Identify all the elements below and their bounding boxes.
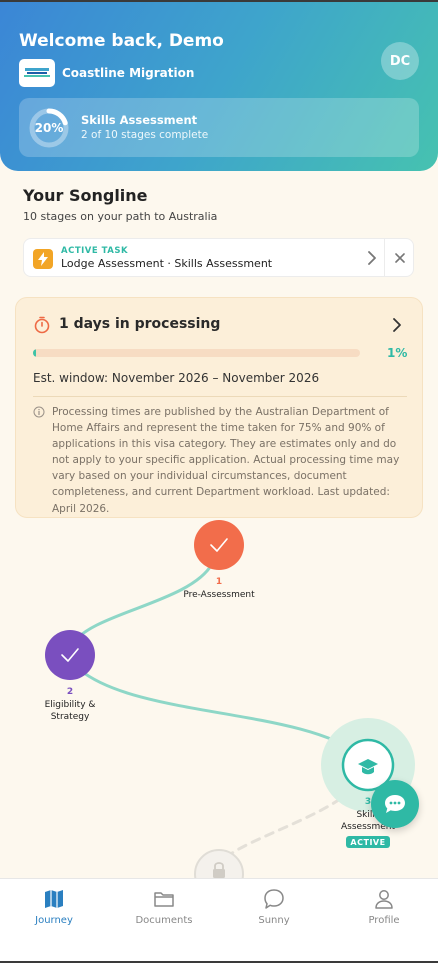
close-icon[interactable] <box>393 250 407 266</box>
chevron-right-icon[interactable] <box>366 250 378 266</box>
active-task-label: ACTIVE TASK <box>61 246 129 256</box>
nav-journey[interactable]: Journey <box>14 887 94 931</box>
lightning-icon <box>33 249 53 269</box>
nav-documents[interactable]: Documents <box>124 887 204 931</box>
nav-label: Sunny <box>258 915 290 926</box>
stages-complete-text: 2 of 10 stages complete <box>81 129 209 141</box>
stage-node-pre-assessment[interactable] <box>194 520 244 570</box>
nav-profile[interactable]: Profile <box>344 887 424 931</box>
chat-button[interactable] <box>371 780 419 828</box>
org-logo <box>19 59 55 87</box>
nav-label: Profile <box>368 915 400 926</box>
processing-percent: 1% <box>387 346 408 360</box>
stage-number: 1 <box>215 577 223 587</box>
estimated-window: Est. window: November 2026 – November 20… <box>33 371 320 385</box>
processing-card[interactable]: 1 days in processing 1% Est. window: Nov… <box>15 297 423 518</box>
active-task-title: Lodge Assessment · Skills Assessment <box>61 257 273 270</box>
avatar[interactable]: DC <box>381 42 419 80</box>
nav-label: Journey <box>35 915 73 926</box>
chat-bubble-icon <box>264 889 284 909</box>
chevron-right-icon[interactable] <box>390 317 404 333</box>
info-icon <box>33 406 45 418</box>
processing-days-title: 1 days in processing <box>59 316 221 332</box>
user-icon <box>375 890 393 909</box>
songline-title: Your Songline <box>23 186 148 205</box>
processing-progress-bar <box>33 349 360 357</box>
welcome-title: Welcome back, Demo <box>19 31 224 51</box>
stage-label-line2: Strategy <box>50 712 90 722</box>
journey-map: 1 Pre-Assessment 2 Eligibility & Strateg… <box>0 518 438 878</box>
stage-node-eligibility-strategy[interactable] <box>45 630 95 680</box>
processing-disclaimer: Processing times are published by the Au… <box>52 406 400 515</box>
stage-node-locked[interactable] <box>194 849 244 878</box>
divider <box>33 396 407 397</box>
processing-progress-fill <box>33 349 37 357</box>
welcome-header: Welcome back, Demo DC Coastline Migratio… <box>0 2 438 171</box>
folder-icon <box>154 892 174 907</box>
progress-percent: 20% <box>34 121 64 135</box>
active-badge: ACTIVE <box>346 836 390 848</box>
stage-label: Pre-Assessment <box>183 590 255 600</box>
current-stage-title: Skills Assessment <box>81 113 198 127</box>
chat-bubble-icon <box>385 795 405 813</box>
map-icon <box>45 890 63 908</box>
org-name: Coastline Migration <box>62 66 195 80</box>
stage-label: Eligibility & <box>44 700 96 710</box>
divider <box>384 239 385 276</box>
timer-icon <box>34 316 50 334</box>
skills-progress-card[interactable]: 20% Skills Assessment 2 of 10 stages com… <box>19 98 419 157</box>
songline-subtitle: 10 stages on your path to Australia <box>23 210 218 223</box>
active-task-banner[interactable]: ACTIVE TASK Lodge Assessment · Skills As… <box>23 238 414 277</box>
bottom-navigation: Journey Documents Sunny Profile <box>0 878 438 961</box>
nav-label: Documents <box>135 915 193 926</box>
stage-number: 2 <box>66 687 74 697</box>
nav-sunny[interactable]: Sunny <box>234 887 314 931</box>
